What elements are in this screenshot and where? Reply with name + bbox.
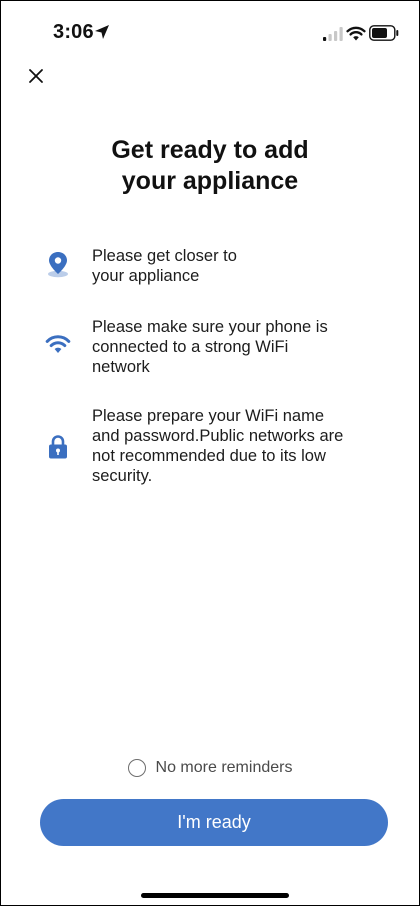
close-icon[interactable]: [25, 65, 47, 87]
tip-text: Please get closer to your appliance: [92, 246, 382, 286]
tip-line: Please make sure your phone is: [92, 318, 328, 336]
location-arrow-icon: [95, 25, 109, 39]
reminder-radio[interactable]: [127, 759, 146, 777]
location-pin-icon: [48, 252, 68, 278]
tip-line: connected to a strong WiFi: [92, 338, 289, 356]
tip-line: Please get closer to: [92, 247, 237, 265]
page-title-line-2: your appliance: [121, 167, 299, 195]
im-ready-button[interactable]: I'm ready: [40, 799, 388, 846]
wifi-icon: [346, 26, 366, 41]
tip-text: Please make sure your phone is connected…: [92, 317, 382, 377]
home-indicator: [141, 893, 289, 898]
tip-line: not recommended due to its low: [92, 447, 326, 465]
no-more-reminders-toggle[interactable]: No more reminders: [1, 755, 419, 781]
page-title: Get ready to add your appliance: [61, 135, 359, 197]
battery-icon: [369, 25, 399, 41]
tip-line: security.: [92, 467, 153, 485]
tip-line: and password.Public networks are: [92, 427, 344, 445]
status-bar: 3:06: [1, 1, 419, 61]
status-time: 3:06: [53, 21, 94, 43]
tip-line: Please prepare your WiFi name: [92, 407, 325, 425]
tip-line: your appliance: [92, 267, 200, 285]
screen: 3:06 Get ready to add your appliance Ple…: [0, 0, 420, 906]
lock-icon: [49, 435, 67, 459]
tip-text: Please prepare your WiFi name and passwo…: [92, 406, 382, 486]
reminder-label: No more reminders: [155, 759, 293, 776]
cellular-signal-icon: [323, 27, 343, 41]
tip-line: network: [92, 358, 150, 376]
wifi-icon: [45, 335, 71, 353]
page-title-line-1: Get ready to add: [111, 136, 309, 164]
